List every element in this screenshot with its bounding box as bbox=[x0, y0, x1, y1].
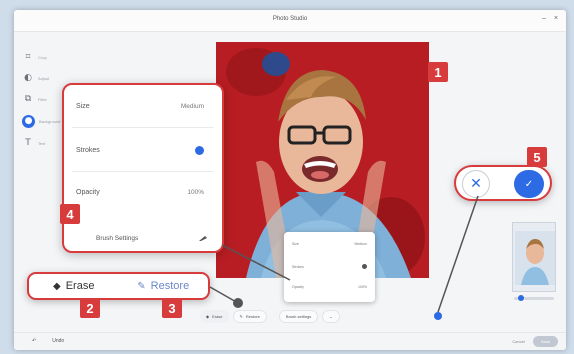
callout-badge-1: 1 bbox=[428, 62, 448, 82]
toolbar-restore-button[interactable]: ✎ Restore bbox=[232, 309, 267, 323]
callout-badge-3: 3 bbox=[162, 298, 182, 318]
mini-stroke-dot[interactable] bbox=[362, 264, 367, 269]
sidebar-item-label: Adjust bbox=[38, 75, 50, 81]
eraser-icon: ◆ bbox=[53, 280, 61, 292]
sidebar-item-label: Background bbox=[39, 118, 61, 124]
mini-brush-popup: Size Medium Strokes Opacity 100% bbox=[284, 232, 375, 302]
cancel-button[interactable]: ✕ bbox=[462, 170, 490, 198]
restore-button[interactable]: ✎ Restore bbox=[119, 274, 209, 298]
stroke-toggle[interactable] bbox=[195, 145, 204, 155]
footer-bar: ↶ Undo Cancel Save bbox=[14, 332, 566, 350]
sidebar-item-label: Filter bbox=[38, 96, 47, 102]
callout-badge-4: 4 bbox=[60, 204, 80, 224]
brush-opacity-value[interactable]: 100% bbox=[187, 189, 204, 196]
brush-strokes-row[interactable]: Strokes bbox=[76, 143, 204, 157]
brush-opacity-row[interactable]: Opacity 100% bbox=[76, 185, 204, 199]
photo-thumbnail[interactable] bbox=[512, 222, 556, 292]
toolbar-erase-label: Erase bbox=[212, 313, 223, 319]
erase-restore-toggle: ◆ Erase ✎ Restore bbox=[27, 272, 210, 300]
bottom-toolbar: ◆ Erase ✎ Restore Brush settings ⌄ bbox=[200, 309, 340, 323]
filter-icon: ⧉ bbox=[24, 94, 32, 104]
window-title: Photo Studio bbox=[272, 16, 308, 22]
mini-opacity-label: Opacity bbox=[292, 285, 304, 289]
toolbar-brush-settings-button[interactable]: Brush settings bbox=[278, 309, 319, 323]
mini-size-row[interactable]: Size Medium bbox=[292, 242, 367, 246]
brush-settings-label: Brush Settings bbox=[96, 234, 139, 242]
mini-strokes-label: Strokes bbox=[292, 264, 304, 269]
toolbar-restore-label: Restore bbox=[245, 313, 260, 319]
mini-strokes-row[interactable]: Strokes bbox=[292, 264, 367, 269]
divider bbox=[72, 127, 214, 128]
text-icon: T bbox=[25, 138, 31, 148]
sidebar-item-label: Crop bbox=[38, 54, 47, 60]
restore-label: Restore bbox=[150, 280, 190, 292]
pencil-icon: ✎ bbox=[137, 280, 146, 292]
brush-icon bbox=[199, 235, 207, 241]
pencil-icon: ✎ bbox=[239, 313, 243, 319]
eraser-icon: ◆ bbox=[206, 313, 210, 319]
toolbar-chevron-button[interactable]: ⌄ bbox=[322, 309, 340, 323]
brush-opacity-label: Opacity bbox=[76, 188, 100, 196]
brush-size-label: Size bbox=[76, 102, 90, 110]
crop-icon: ⌗ bbox=[25, 52, 31, 62]
brush-size-row[interactable]: Size Medium bbox=[76, 99, 204, 113]
cancel-confirm-pill: ✕ ✓ bbox=[454, 165, 552, 201]
slider-handle[interactable] bbox=[518, 295, 524, 301]
minimize-button[interactable]: – bbox=[542, 15, 546, 22]
thumbnail-slider[interactable] bbox=[514, 295, 554, 301]
brush-settings-button[interactable]: Brush Settings bbox=[96, 232, 208, 244]
mini-opacity-value: 100% bbox=[358, 285, 367, 289]
background-icon: ● bbox=[22, 114, 35, 128]
adjust-icon: ◐ bbox=[24, 73, 32, 83]
sidebar-item-label: Text bbox=[38, 140, 46, 146]
close-window-button[interactable]: × bbox=[554, 15, 558, 22]
thumbnail-image bbox=[513, 223, 555, 291]
mini-size-label: Size bbox=[292, 242, 299, 246]
footer-save-button[interactable]: Save bbox=[532, 336, 558, 347]
brush-settings-panel: Size Medium Strokes Opacity 100% Brush S… bbox=[62, 83, 224, 253]
brush-strokes-label: Strokes bbox=[76, 146, 100, 154]
erase-label: Erase bbox=[65, 280, 95, 292]
toolbar-brush-label: Brush settings bbox=[285, 313, 312, 319]
undo-icon[interactable]: ↶ bbox=[32, 338, 36, 344]
sidebar-item-crop[interactable]: ⌗ Crop bbox=[22, 48, 74, 66]
title-bar: Photo Studio – × bbox=[14, 10, 566, 32]
brush-size-value[interactable]: Medium bbox=[181, 103, 204, 110]
mini-opacity-row[interactable]: Opacity 100% bbox=[292, 285, 367, 289]
mini-size-value: Medium bbox=[354, 242, 367, 246]
undo-button[interactable]: Undo bbox=[52, 338, 64, 344]
confirm-button[interactable]: ✓ bbox=[514, 170, 544, 198]
toolbar-erase-button[interactable]: ◆ Erase bbox=[200, 309, 229, 323]
divider bbox=[72, 171, 214, 172]
erase-button[interactable]: ◆ Erase bbox=[29, 274, 119, 298]
chevron-down-icon: ⌄ bbox=[329, 313, 333, 319]
footer-cancel-button[interactable]: Cancel bbox=[512, 339, 524, 344]
callout-badge-5: 5 bbox=[527, 147, 547, 167]
callout-badge-2: 2 bbox=[80, 298, 100, 318]
